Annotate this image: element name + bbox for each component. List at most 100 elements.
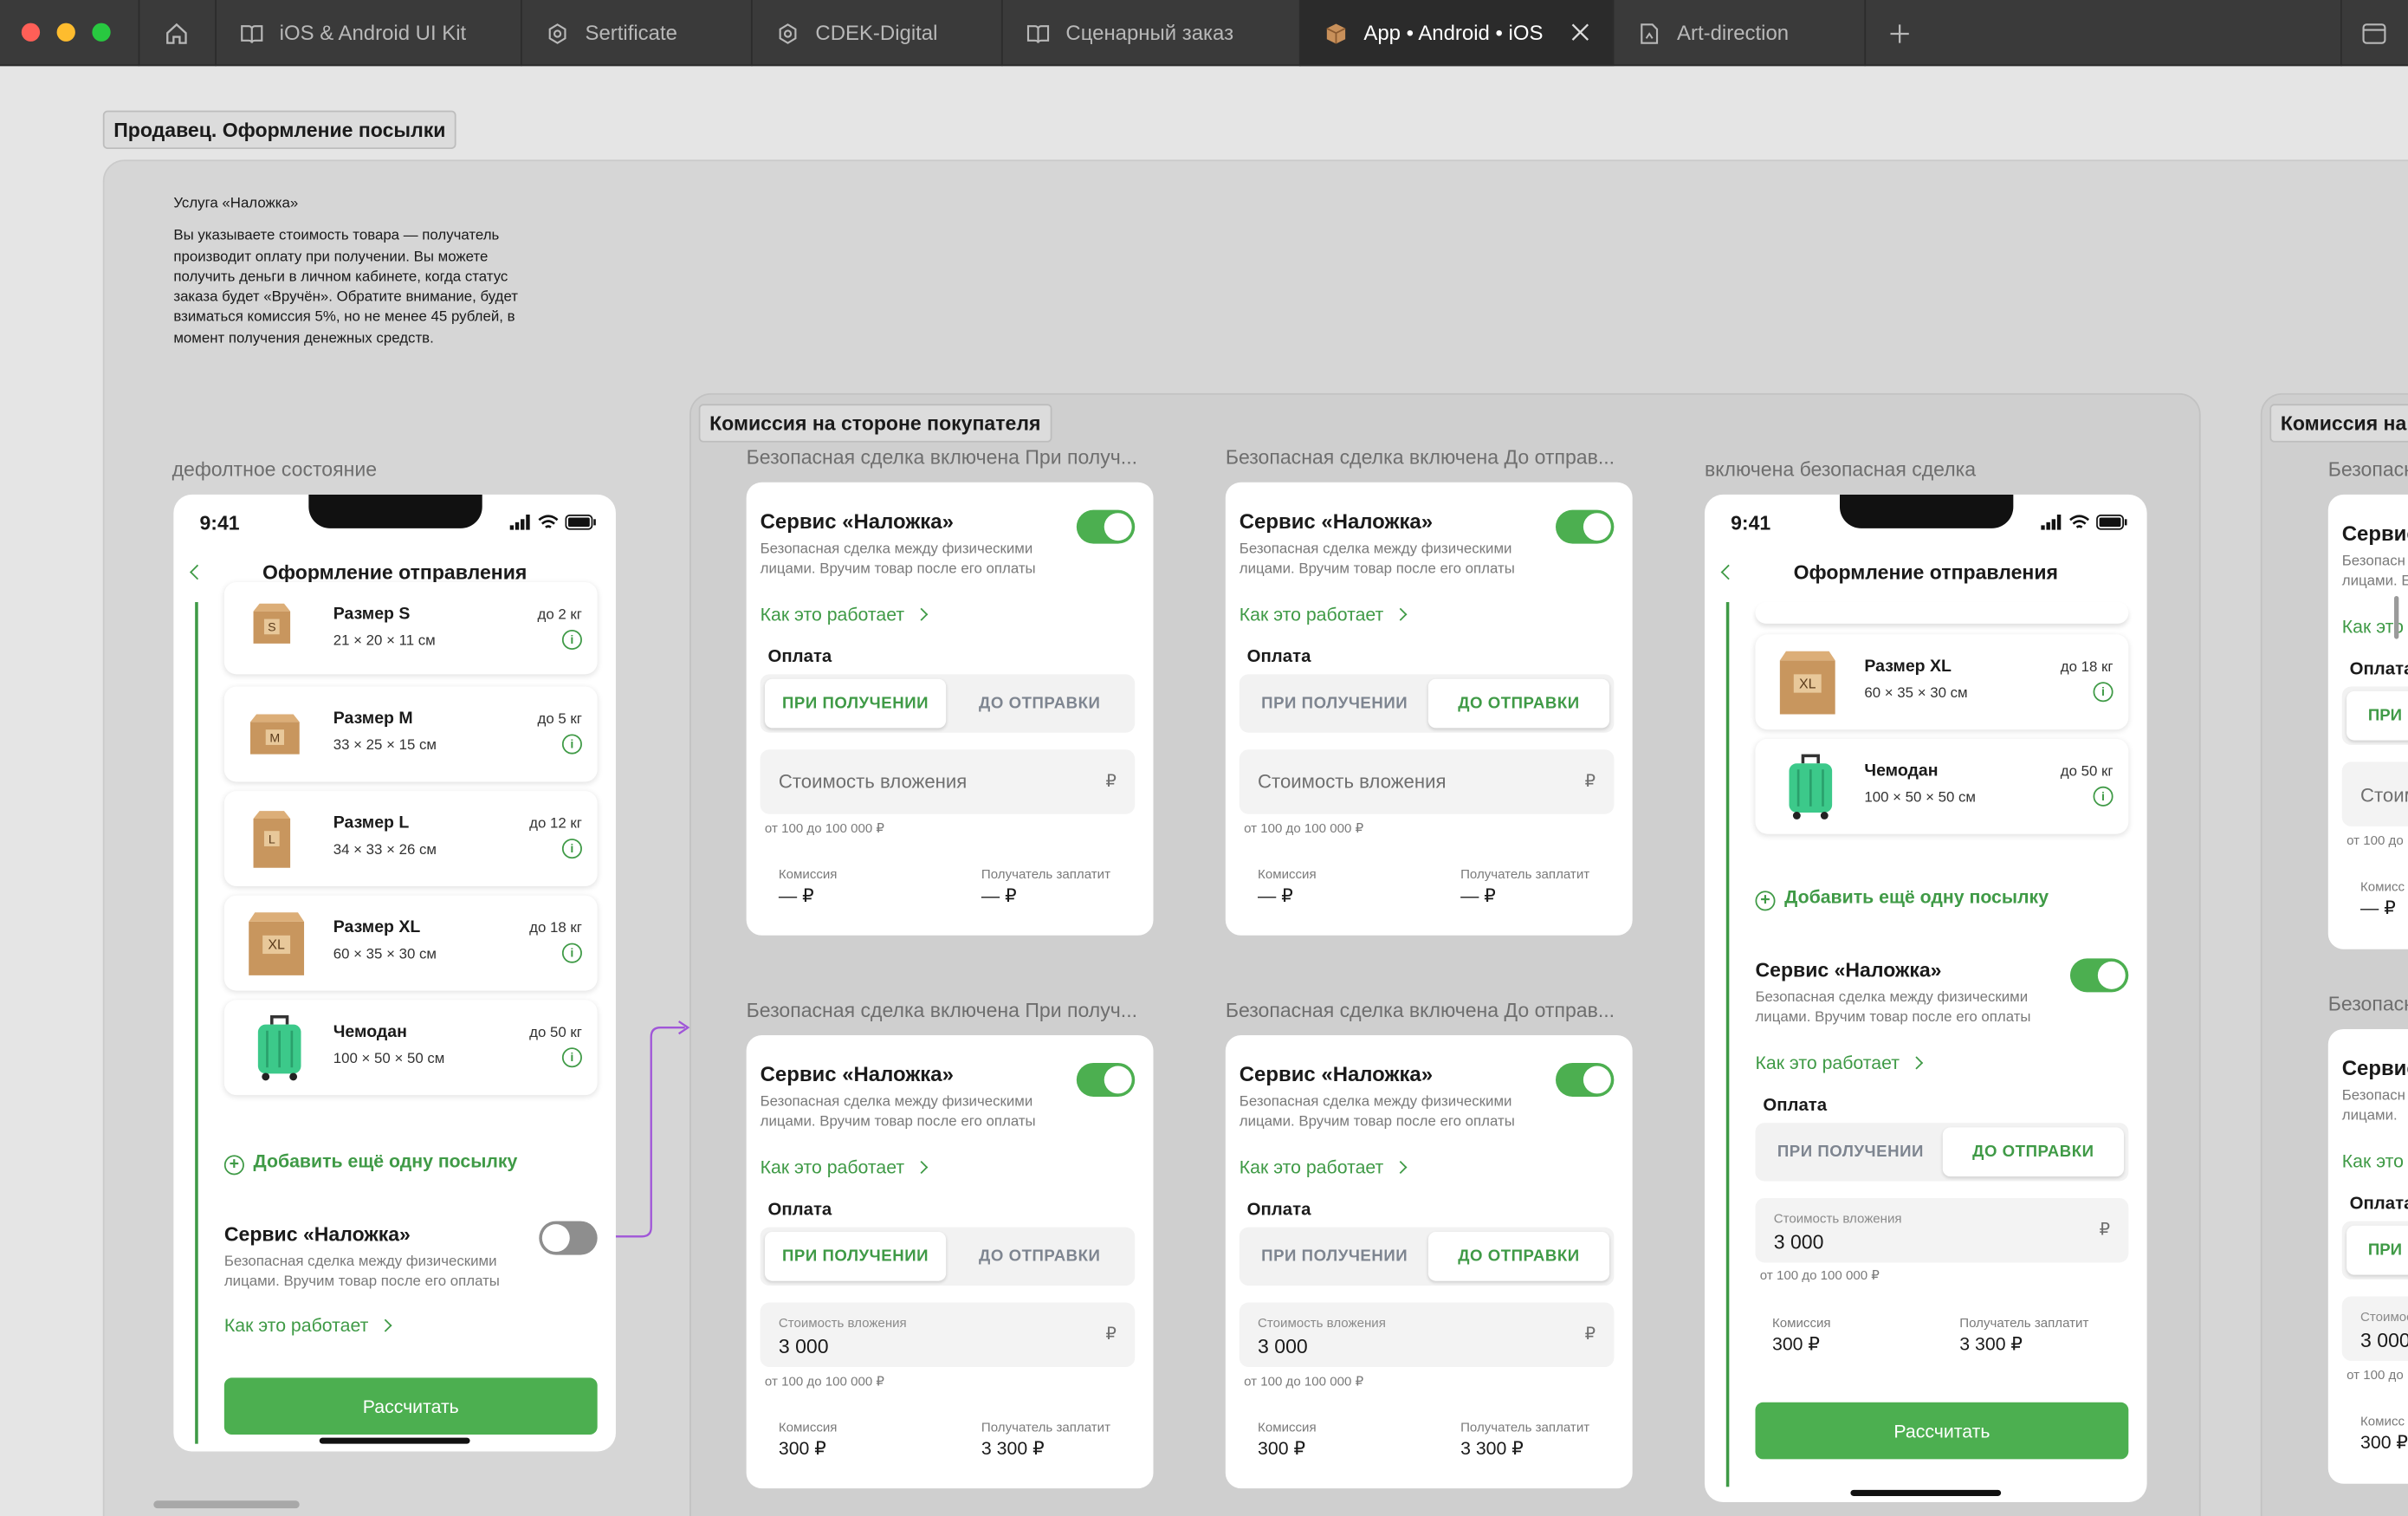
list-item[interactable]: Чемодан 100 × 50 × 50 см до 50 кг i: [1755, 738, 2129, 834]
group-label-2[interactable]: Комиссия на с: [2269, 404, 2408, 443]
info-icon[interactable]: i: [561, 629, 582, 651]
service-desc: Безопасная сделка между физическими лица…: [1239, 1093, 1515, 1131]
seg-on-receipt[interactable]: ПРИ ПОЛУЧЕНИИ: [1244, 1232, 1425, 1281]
declared-value-input[interactable]: Стоимость вложения 3 000 ₽: [1239, 1302, 1615, 1368]
service-title: Сервис «Наложка»: [760, 1062, 954, 1086]
close-window-button[interactable]: [21, 23, 41, 42]
add-parcel-button[interactable]: + Добавить ещё одну посылку: [223, 1150, 517, 1176]
info-icon[interactable]: i: [561, 839, 582, 859]
calculate-button[interactable]: Рассчитать: [223, 1377, 598, 1435]
phone-default-state: 9:41 Оформление отправления S Размер S 2…: [173, 494, 616, 1452]
box-icon: S: [246, 598, 298, 650]
item-weight: до 18 кг: [529, 920, 582, 937]
group-label[interactable]: Комиссия на стороне покупателя: [698, 404, 1052, 443]
tab-sertificate[interactable]: Sertificate: [521, 0, 751, 67]
service-desc: Безопасная сделка между физическими лица…: [223, 1253, 500, 1291]
maximize-window-button[interactable]: [92, 23, 111, 42]
seg-on-receipt[interactable]: ПРИ: [2347, 690, 2408, 741]
seg-on-receipt[interactable]: ПРИ ПОЛУЧЕНИИ: [1244, 679, 1425, 729]
how-it-works-link[interactable]: Как это работает: [761, 1156, 929, 1178]
commission-value: 300 ₽: [2360, 1431, 2408, 1454]
how-it-works-link[interactable]: Как это работает: [761, 604, 929, 625]
how-it-works-link[interactable]: Как это работает: [1755, 1053, 1924, 1073]
component-icon: [775, 21, 799, 45]
seg-before-ship[interactable]: ДО ОТПРАВКИ: [949, 1232, 1130, 1281]
svg-text:S: S: [268, 621, 275, 635]
list-item[interactable]: Чемодан 100 × 50 × 50 см до 50 кг i: [223, 1000, 598, 1096]
tab-ios-android-ui-kit[interactable]: iOS & Android UI Kit: [215, 0, 521, 67]
seg-on-receipt[interactable]: ПРИ ПОЛУЧЕНИИ: [764, 1231, 947, 1281]
payment-segmented: ПРИ: [2341, 1221, 2408, 1280]
payment-label: Оплата: [767, 648, 832, 667]
tab-art-direction[interactable]: Art-direction: [1612, 0, 1865, 67]
tab-app-android-ios[interactable]: App • Android • iOS: [1298, 0, 1613, 67]
service-toggle[interactable]: [1076, 1062, 1136, 1097]
list-item[interactable]: XL Размер XL 60 × 35 × 30 см до 18 кг i: [223, 895, 598, 991]
info-icon[interactable]: i: [2093, 682, 2113, 703]
service-desc: лицами.: [2341, 1107, 2398, 1124]
tab-scenario-order[interactable]: Сценарный заказ: [1000, 0, 1299, 67]
add-parcel-button[interactable]: + Добавить ещё одну посылку: [1755, 886, 2049, 911]
recipient-pays-label: Получатель заплатит: [981, 1419, 1111, 1435]
sidebar-toggle-button[interactable]: [2340, 0, 2408, 67]
info-icon[interactable]: i: [561, 1047, 582, 1068]
minimize-window-button[interactable]: [56, 23, 75, 42]
list-item[interactable]: L Размер L 34 × 33 × 26 см до 12 кг i: [223, 791, 598, 887]
service-title: Сервис «Наложка»: [1239, 509, 1434, 534]
commission-value: 300 ₽: [1771, 1333, 1820, 1355]
seg-before-ship[interactable]: ДО ОТПРАВКИ: [1942, 1127, 2124, 1177]
declared-value-input[interactable]: Стоимость вложения ₽: [1239, 749, 1615, 814]
declared-value-input[interactable]: Стоимос 3 000: [2341, 1296, 2408, 1361]
tab-label: Art-direction: [1677, 21, 1790, 45]
scrollbar-thumb[interactable]: [2394, 595, 2399, 639]
seg-before-ship[interactable]: ДО ОТПРАВКИ: [1427, 678, 1610, 729]
how-it-works-link[interactable]: Как это: [2342, 1150, 2404, 1172]
home-indicator: [1850, 1489, 2002, 1496]
service-toggle[interactable]: [2069, 958, 2129, 993]
list-item[interactable]: XL Размер XL 60 × 35 × 30 см до 18 кг i: [1755, 634, 2129, 730]
svg-text:L: L: [269, 833, 275, 846]
info-icon[interactable]: i: [561, 943, 582, 963]
seg-before-ship[interactable]: ДО ОТПРАВКИ: [949, 679, 1130, 729]
calculate-button[interactable]: Рассчитать: [1755, 1402, 2129, 1460]
currency-sign: ₽: [1584, 1325, 1596, 1344]
seg-on-receipt[interactable]: ПРИ ПОЛУЧЕНИИ: [764, 678, 947, 729]
file-icon: [1637, 21, 1661, 45]
service-toggle[interactable]: [1076, 509, 1136, 544]
horizontal-scrollbar[interactable]: [153, 1500, 300, 1509]
seg-on-receipt[interactable]: ПРИ: [2347, 1225, 2408, 1275]
declared-value-input[interactable]: Стоим: [2341, 761, 2408, 826]
info-icon[interactable]: i: [2093, 786, 2113, 807]
service-toggle[interactable]: [1555, 509, 1615, 544]
declared-value-input[interactable]: Стоимость вложения 3 000 ₽: [760, 1302, 1136, 1368]
seg-on-receipt[interactable]: ПРИ ПОЛУЧЕНИИ: [1760, 1127, 1941, 1176]
recipient-pays-value: 3 300 ₽: [1959, 1333, 2023, 1355]
home-tab[interactable]: [138, 0, 216, 67]
list-item[interactable]: M Размер M 33 × 25 × 15 см до 5 кг i: [223, 686, 598, 782]
close-tab-icon[interactable]: [1570, 22, 1591, 43]
chevron-right-icon: [1394, 607, 1408, 621]
how-it-works-link[interactable]: Как это работает: [1240, 1156, 1408, 1178]
how-it-works-link[interactable]: Как это работает: [1240, 604, 1408, 625]
info-icon[interactable]: i: [561, 734, 582, 755]
service-toggle[interactable]: [1555, 1062, 1615, 1097]
how-it-works-link[interactable]: Как это работает: [224, 1315, 392, 1337]
declared-value-input[interactable]: Стоимость вложения ₽: [760, 749, 1136, 814]
suitcase-icon: [1780, 751, 1842, 822]
notch: [308, 494, 482, 528]
new-tab-button[interactable]: [1864, 0, 2340, 67]
svg-text:XL: XL: [1799, 677, 1816, 691]
service-toggle[interactable]: [539, 1221, 598, 1255]
package-icon: [1324, 21, 1348, 45]
wifi-icon: [2069, 515, 2090, 528]
frame-caption: Безопасн: [2327, 992, 2408, 1015]
tab-cdek-digital[interactable]: CDEK-Digital: [750, 0, 1001, 67]
service-desc: Безопасная сделка между физическими лица…: [760, 541, 1036, 578]
service-title: Сервис «Наложка»: [223, 1222, 411, 1246]
section-label[interactable]: Продавец. Оформление посылки: [102, 110, 456, 149]
tab-bar: iOS & Android UI Kit Sertificate CDEK-Di…: [0, 0, 2408, 67]
list-item[interactable]: S Размер S 21 × 20 × 11 см до 2 кг i: [223, 581, 598, 675]
declared-value-input[interactable]: Стоимость вложения 3 000 ₽: [1755, 1197, 2129, 1263]
item-dims: 34 × 33 × 26 см: [333, 841, 437, 859]
seg-before-ship[interactable]: ДО ОТПРАВКИ: [1427, 1231, 1610, 1281]
